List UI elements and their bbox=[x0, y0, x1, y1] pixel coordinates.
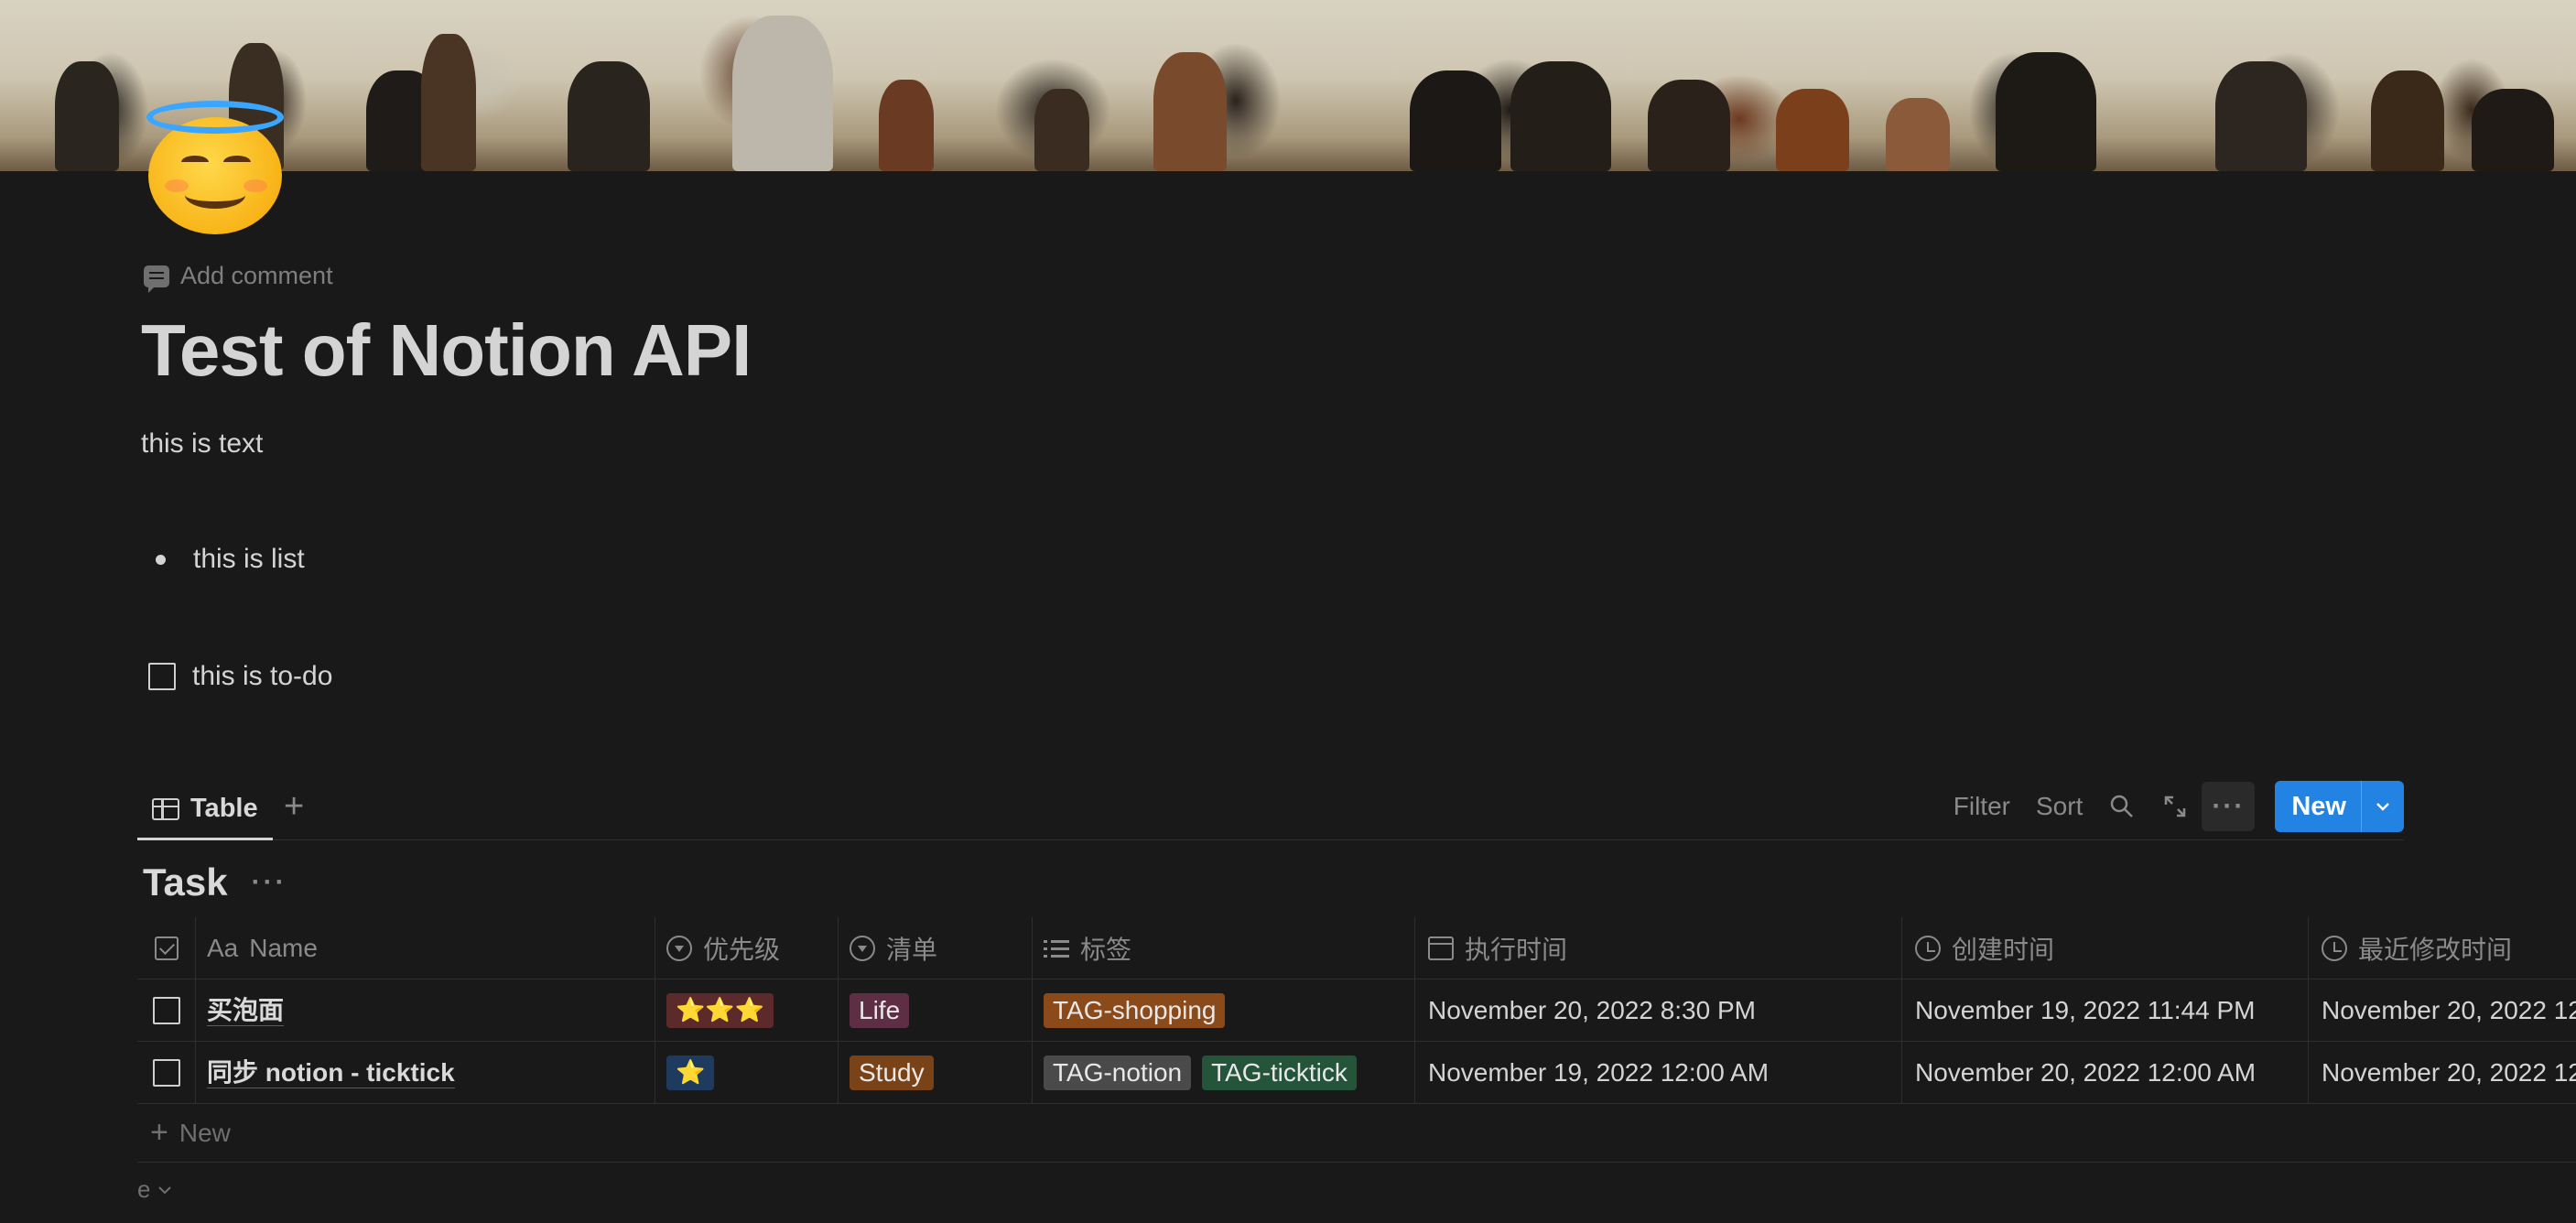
new-button[interactable]: New bbox=[2275, 781, 2362, 832]
table-header-row: Aa Name 优先级 清单 标签 执行时间 创建时间 最近修改时间 bbox=[137, 917, 2576, 979]
tag-pill: TAG-ticktick bbox=[1202, 1055, 1357, 1090]
halo-icon bbox=[146, 101, 284, 134]
database-more-button[interactable]: ··· bbox=[252, 867, 287, 898]
add-comment-button[interactable]: Add comment bbox=[144, 262, 333, 293]
priority-pill: ⭐⭐⭐ bbox=[666, 993, 774, 1028]
priority-pill: ⭐ bbox=[666, 1055, 715, 1090]
database-toolbar: Filter Sort ··· New bbox=[1941, 780, 2404, 833]
checkbox-icon bbox=[154, 936, 179, 960]
column-header-label: 标签 bbox=[1080, 936, 1132, 964]
calculate-label: e bbox=[137, 1175, 151, 1203]
database-title[interactable]: Task bbox=[143, 860, 228, 904]
name-cell[interactable]: 同步 notion - ticktick bbox=[196, 1042, 655, 1104]
todo-text: this is to-do bbox=[192, 661, 333, 691]
new-button-group: New bbox=[2275, 781, 2404, 832]
column-header-label: Name bbox=[249, 934, 318, 962]
star-icon: ⭐ bbox=[676, 1059, 706, 1087]
eye-right bbox=[223, 156, 251, 168]
column-header-list[interactable]: 清单 bbox=[839, 917, 1033, 979]
tag-pill: TAG-notion bbox=[1044, 1055, 1192, 1090]
modified-time-cell[interactable]: November 20, 2022 12:00 AM bbox=[2309, 979, 2576, 1042]
database-view-bar: Table + Filter Sort ··· New bbox=[137, 780, 2404, 840]
exec-time-cell[interactable]: November 20, 2022 8:30 PM bbox=[1415, 979, 1902, 1042]
bullet-icon bbox=[156, 554, 166, 565]
clock-icon bbox=[1915, 936, 1941, 961]
table-row[interactable]: 买泡面 ⭐⭐⭐ Life TAG-shopping November 20, 2… bbox=[137, 979, 2576, 1042]
mouth bbox=[185, 181, 245, 209]
eye-left bbox=[181, 156, 209, 168]
row-checkbox[interactable] bbox=[152, 1059, 180, 1087]
column-header-created-time[interactable]: 创建时间 bbox=[1902, 917, 2309, 979]
list-pill: Study bbox=[850, 1055, 934, 1090]
database-title-group: Task ··· bbox=[143, 860, 287, 904]
cover-painting bbox=[0, 0, 2576, 171]
add-view-button[interactable]: + bbox=[284, 787, 304, 827]
list-pill: Life bbox=[850, 993, 910, 1028]
bullet-text: this is list bbox=[193, 544, 305, 574]
database-table: Aa Name 优先级 清单 标签 执行时间 创建时间 最近修改时间 买泡面 ⭐… bbox=[137, 917, 2576, 1163]
select-all-checkbox-cell[interactable] bbox=[137, 917, 196, 979]
column-header-label: 创建时间 bbox=[1952, 936, 2055, 964]
priority-cell[interactable]: ⭐ bbox=[655, 1042, 839, 1104]
text-block[interactable]: this is text bbox=[141, 428, 263, 460]
calculate-dropdown[interactable]: e bbox=[137, 1175, 172, 1204]
expand-icon[interactable] bbox=[2148, 782, 2202, 831]
cover-image[interactable] bbox=[0, 0, 2576, 171]
task-name[interactable]: 同步 notion - ticktick bbox=[207, 1058, 455, 1088]
more-options-button[interactable]: ··· bbox=[2202, 782, 2256, 831]
select-property-icon bbox=[850, 936, 875, 961]
add-comment-label: Add comment bbox=[180, 262, 333, 289]
tags-cell[interactable]: TAG-notion TAG-ticktick bbox=[1033, 1042, 1415, 1104]
column-header-name[interactable]: Aa Name bbox=[196, 917, 655, 979]
column-header-label: 清单 bbox=[886, 936, 938, 964]
column-header-priority[interactable]: 优先级 bbox=[655, 917, 839, 979]
smiling-face-with-halo-icon bbox=[148, 117, 282, 234]
row-checkbox-cell[interactable] bbox=[137, 979, 196, 1042]
sort-button[interactable]: Sort bbox=[2023, 792, 2095, 821]
task-name[interactable]: 买泡面 bbox=[207, 996, 285, 1026]
multi-select-property-icon bbox=[1044, 938, 1069, 958]
exec-time-cell[interactable]: November 19, 2022 12:00 AM bbox=[1415, 1042, 1902, 1104]
table-row[interactable]: 同步 notion - ticktick ⭐ Study TAG-notion … bbox=[137, 1042, 2576, 1104]
column-header-exec-time[interactable]: 执行时间 bbox=[1415, 917, 1902, 979]
tab-table-label: Table bbox=[190, 794, 258, 823]
todo-checkbox[interactable] bbox=[148, 663, 176, 690]
column-header-tags[interactable]: 标签 bbox=[1033, 917, 1415, 979]
blush-right bbox=[244, 179, 267, 192]
filter-button[interactable]: Filter bbox=[1941, 792, 2023, 821]
tags-cell[interactable]: TAG-shopping bbox=[1033, 979, 1415, 1042]
tab-table[interactable]: Table bbox=[137, 780, 273, 840]
todo-item[interactable]: this is to-do bbox=[148, 661, 332, 692]
text-property-icon: Aa bbox=[207, 934, 239, 962]
select-property-icon bbox=[666, 936, 692, 961]
column-header-label: 最近修改时间 bbox=[2358, 936, 2513, 964]
column-header-label: 执行时间 bbox=[1465, 936, 1568, 964]
chevron-down-icon bbox=[2376, 803, 2389, 811]
list-cell[interactable]: Study bbox=[839, 1042, 1033, 1104]
new-dropdown-caret[interactable] bbox=[2362, 781, 2404, 832]
table-icon bbox=[152, 797, 179, 820]
modified-time-cell[interactable]: November 20, 2022 12:01 AM bbox=[2309, 1042, 2576, 1104]
tag-pill: TAG-shopping bbox=[1044, 993, 1226, 1028]
bulleted-list-item[interactable]: this is list bbox=[156, 544, 305, 575]
page-title[interactable]: Test of Notion API bbox=[141, 308, 752, 393]
column-header-modified-time[interactable]: 最近修改时间 bbox=[2309, 917, 2576, 979]
search-icon[interactable] bbox=[2095, 782, 2148, 831]
list-cell[interactable]: Life bbox=[839, 979, 1033, 1042]
row-checkbox[interactable] bbox=[152, 997, 180, 1024]
star-icon: ⭐⭐⭐ bbox=[676, 997, 765, 1024]
plus-icon: + bbox=[150, 1115, 168, 1150]
created-time-cell[interactable]: November 20, 2022 12:00 AM bbox=[1902, 1042, 2309, 1104]
calendar-icon bbox=[1428, 936, 1454, 960]
row-checkbox-cell[interactable] bbox=[137, 1042, 196, 1104]
name-cell[interactable]: 买泡面 bbox=[196, 979, 655, 1042]
priority-cell[interactable]: ⭐⭐⭐ bbox=[655, 979, 839, 1042]
created-time-cell[interactable]: November 19, 2022 11:44 PM bbox=[1902, 979, 2309, 1042]
add-new-row-button[interactable]: + New bbox=[137, 1104, 2576, 1163]
column-header-label: 优先级 bbox=[703, 936, 781, 964]
comment-icon bbox=[144, 265, 169, 293]
add-new-row-label: New bbox=[179, 1118, 231, 1147]
chevron-down-icon bbox=[158, 1185, 172, 1194]
clock-icon bbox=[2322, 936, 2347, 961]
